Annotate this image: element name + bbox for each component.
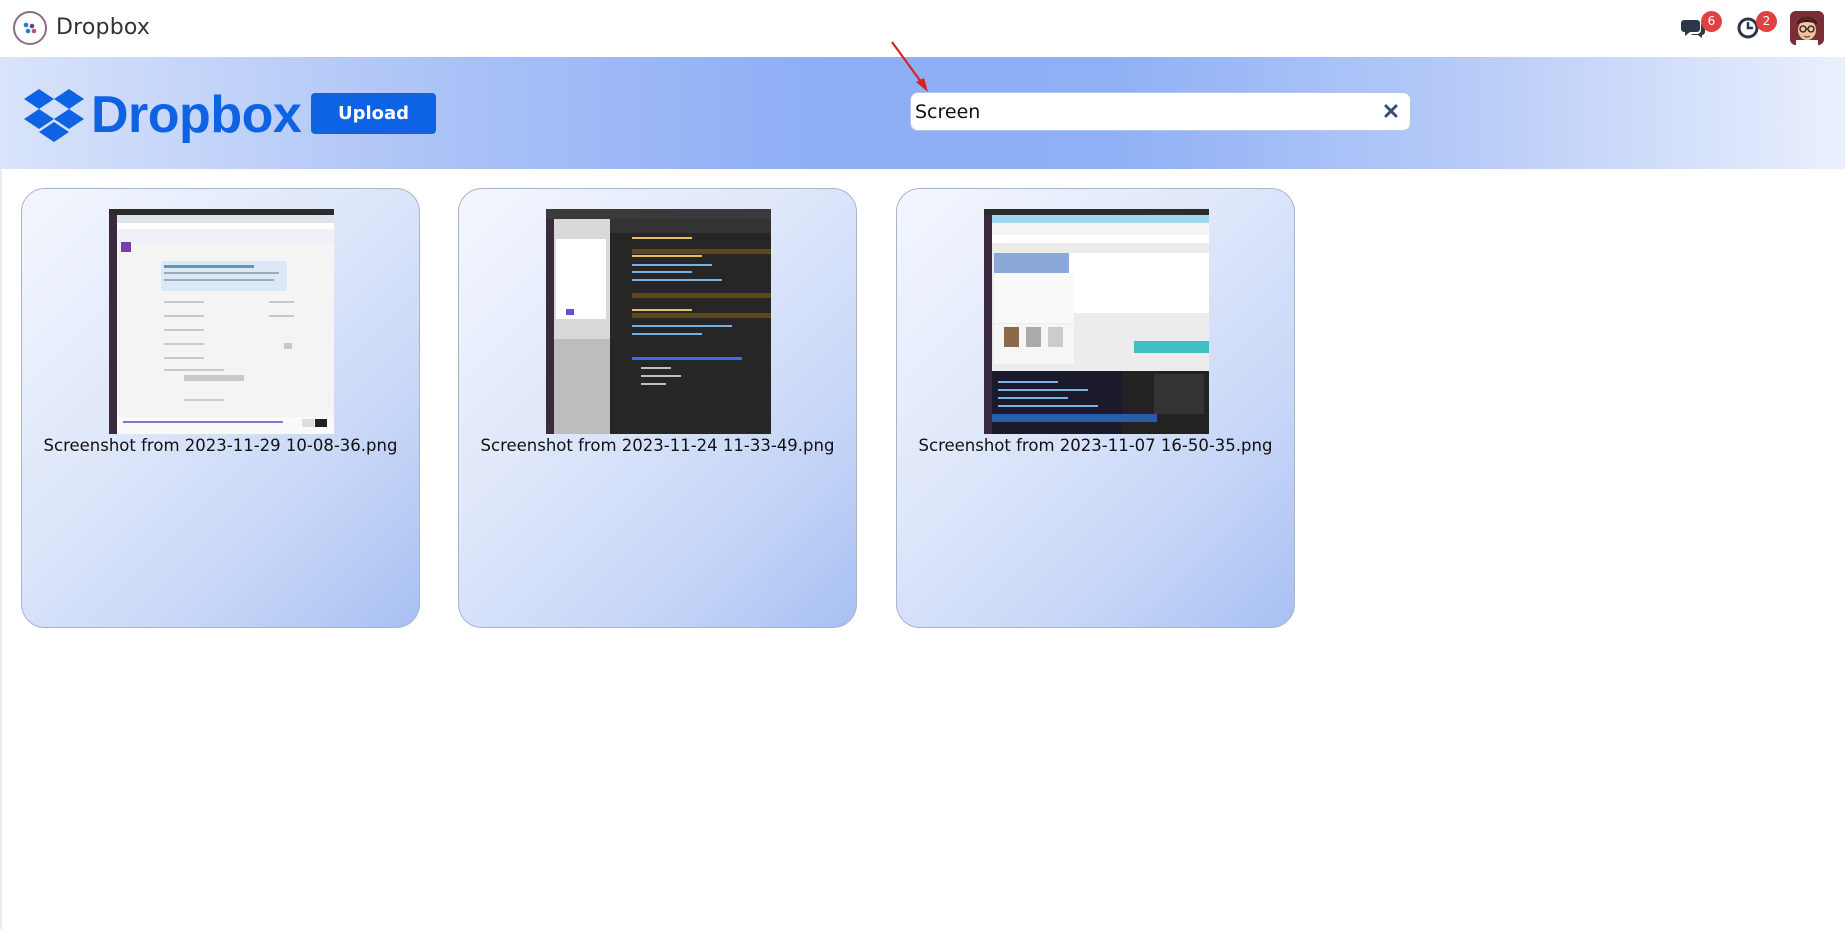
user-avatar[interactable] (1790, 11, 1824, 45)
dropbox-logo-icon (24, 89, 84, 142)
brand-wordmark: Dropbox (91, 86, 302, 144)
content-left-border (0, 169, 2, 929)
activity-button[interactable]: 2 (1735, 11, 1777, 42)
annotation-arrow (891, 41, 928, 92)
file-thumbnail (546, 209, 771, 434)
app-title: Dropbox (56, 15, 151, 40)
file-name: Screenshot from 2023-11-24 11-33-49.png (480, 436, 835, 455)
file-name: Screenshot from 2023-11-07 16-50-35.png (918, 436, 1273, 455)
file-name: Screenshot from 2023-11-29 10-08-36.png (43, 436, 398, 455)
app-logo-icon[interactable] (13, 11, 47, 45)
upload-button[interactable]: Upload (311, 93, 436, 134)
file-card[interactable]: Screenshot from 2023-11-07 16-50-35.png (896, 188, 1295, 628)
brand-logo: Dropbox (23, 85, 302, 145)
activity-count-badge: 2 (1756, 11, 1777, 32)
file-thumbnail (984, 209, 1209, 434)
search-box[interactable] (910, 92, 1411, 131)
messages-button[interactable]: 6 (1680, 11, 1722, 42)
messages-count-badge: 6 (1701, 11, 1722, 32)
file-card[interactable]: Screenshot from 2023-11-24 11-33-49.png (458, 188, 857, 628)
close-icon[interactable] (1382, 102, 1400, 120)
file-card[interactable]: Screenshot from 2023-11-29 10-08-36.png (21, 188, 420, 628)
search-input[interactable] (913, 95, 1383, 128)
file-thumbnail (109, 209, 334, 434)
